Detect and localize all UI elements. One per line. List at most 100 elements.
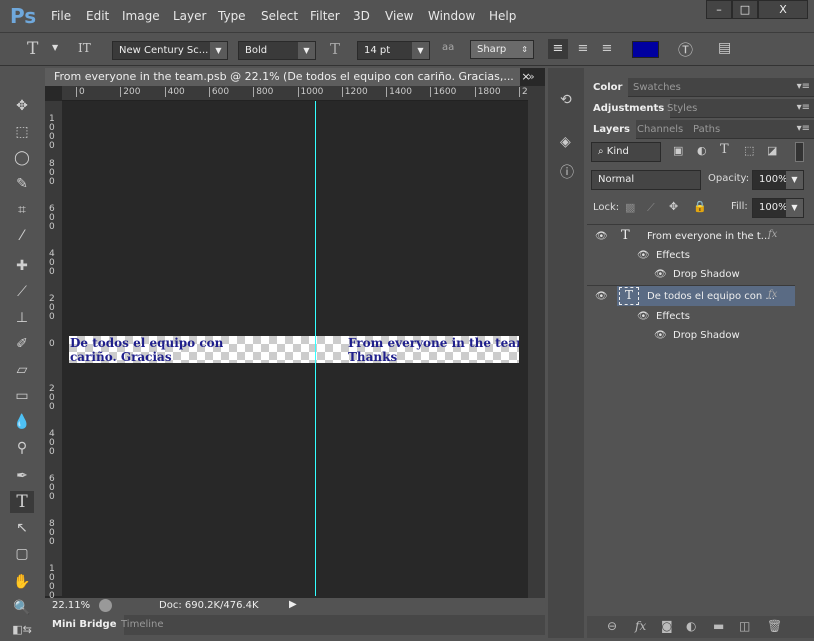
crop-tool-icon[interactable]: ⌗ — [10, 199, 34, 221]
history-panel-icon[interactable]: ⟲ — [560, 92, 572, 108]
menu-layer[interactable]: Layer — [173, 9, 206, 23]
status-icon[interactable] — [99, 599, 112, 612]
zoom-level[interactable]: 22.11% — [52, 600, 90, 611]
visibility-eye-icon[interactable]: 👁 — [595, 231, 608, 242]
eyedropper-tool-icon[interactable]: ⁄ — [10, 225, 34, 247]
font-style-select[interactable]: Bold ▼ — [238, 41, 316, 60]
gradient-tool-icon[interactable]: ▭ — [10, 385, 34, 407]
quick-select-tool-icon[interactable]: ✎ — [10, 173, 34, 195]
layer-row-spanish[interactable]: 👁 T De todos el equipo con ... fx 👁 Effe… — [587, 286, 795, 347]
tab-timeline[interactable]: Timeline — [115, 615, 170, 635]
new-layer-icon[interactable]: ◫ — [739, 619, 750, 633]
maximize-button[interactable]: □ — [732, 0, 758, 19]
menu-image[interactable]: Image — [122, 9, 160, 23]
panel-menu-icon[interactable]: ▾≡ — [797, 123, 810, 134]
lock-transparency-icon[interactable]: ▩ — [625, 201, 635, 214]
healing-brush-tool-icon[interactable]: ✚ — [10, 255, 34, 277]
warp-text-icon[interactable]: Ⓣ — [678, 39, 693, 60]
fx-icon[interactable]: fx — [768, 229, 777, 240]
lock-position-icon[interactable]: ✥ — [669, 200, 678, 213]
font-family-select[interactable]: New Century Sc... ▼ — [112, 41, 228, 60]
panel-menu-icon[interactable]: ▾≡ — [797, 81, 810, 92]
marquee-tool-icon[interactable]: ⬚ — [10, 121, 34, 143]
align-left-button[interactable]: ≡ — [548, 39, 568, 59]
blur-tool-icon[interactable]: 💧 — [10, 411, 34, 433]
text-orientation-icon[interactable]: IT — [78, 41, 91, 55]
menu-window[interactable]: Window — [428, 9, 475, 23]
add-mask-icon[interactable]: ◙ — [661, 619, 673, 633]
close-button[interactable]: X — [758, 0, 808, 19]
history-brush-tool-icon[interactable]: ✐ — [10, 333, 34, 355]
fx-icon[interactable]: fx — [768, 289, 777, 300]
layer-name[interactable]: De todos el equipo con ... — [647, 291, 775, 302]
menu-filter[interactable]: Filter — [310, 9, 340, 23]
text-layer-english[interactable]: From everyone in the team Thanks — [348, 336, 519, 364]
shape-tool-icon[interactable]: ▢ — [10, 543, 34, 565]
document-tab[interactable]: From everyone in the team.psb @ 22.1% (D… — [45, 68, 531, 86]
fx-icon[interactable]: fx — [635, 619, 646, 633]
vertical-guide[interactable] — [315, 101, 316, 596]
tab-channels[interactable]: Channels — [631, 120, 689, 139]
3d-panel-icon[interactable]: ◈ — [560, 134, 571, 150]
text-color-swatch[interactable] — [632, 41, 659, 58]
opacity-input[interactable]: 100% ▼ — [752, 170, 804, 190]
lock-pixels-icon[interactable]: ⟋ — [647, 201, 655, 215]
chevron-down-icon[interactable]: ▼ — [786, 199, 803, 217]
menu-view[interactable]: View — [385, 9, 413, 23]
blend-mode-select[interactable]: Normal — [591, 170, 701, 190]
menu-edit[interactable]: Edit — [86, 9, 109, 23]
font-size-select[interactable]: 14 pt ▼ — [357, 41, 430, 60]
eraser-tool-icon[interactable]: ▱ — [10, 359, 34, 381]
menu-help[interactable]: Help — [489, 9, 516, 23]
tab-mini-bridge[interactable]: Mini Bridge — [45, 615, 124, 635]
tab-layers[interactable]: Layers — [587, 120, 636, 139]
lasso-tool-icon[interactable]: ◯ — [10, 147, 34, 169]
panel-menu-icon[interactable]: ▾≡ — [797, 102, 810, 113]
minimize-button[interactable]: – — [706, 0, 732, 19]
tab-paths[interactable]: Paths — [687, 120, 726, 139]
pen-tool-icon[interactable]: ✒ — [10, 465, 34, 487]
adjustment-filter-icon[interactable]: ◐ — [697, 144, 707, 157]
visibility-eye-icon[interactable]: 👁 — [637, 250, 650, 261]
visibility-eye-icon[interactable]: 👁 — [637, 311, 650, 322]
align-right-button[interactable]: ≡ — [597, 39, 617, 59]
text-layer-spanish[interactable]: De todos el equipo con cariño. Gracias — [70, 336, 223, 364]
filter-toggle[interactable] — [795, 142, 804, 162]
visibility-eye-icon[interactable]: 👁 — [654, 330, 667, 341]
swap-colors-icon[interactable]: ◧⇆ — [10, 619, 34, 641]
hand-tool-icon[interactable]: ✋ — [10, 571, 34, 593]
type-tool-icon[interactable]: T — [10, 491, 34, 513]
adjustment-layer-icon[interactable]: ◐ — [686, 619, 696, 633]
menu-3d[interactable]: 3D — [353, 9, 370, 23]
vertical-scrollbar[interactable] — [528, 86, 545, 598]
type-filter-icon[interactable]: T — [720, 142, 729, 157]
tab-adjustments[interactable]: Adjustments — [587, 99, 671, 118]
tab-swatches[interactable]: Swatches — [627, 78, 687, 97]
smart-object-filter-icon[interactable]: ◪ — [767, 144, 777, 157]
visibility-eye-icon[interactable]: 👁 — [595, 291, 608, 302]
character-panel-icon[interactable]: ▤ — [718, 40, 731, 56]
info-icon[interactable]: ⓘ — [560, 162, 574, 182]
shape-filter-icon[interactable]: ⬚ — [744, 144, 754, 157]
layer-filter-select[interactable]: ⌕ Kind — [591, 142, 661, 162]
move-tool-icon[interactable]: ✥ — [10, 95, 34, 117]
trash-icon[interactable]: 🗑 — [767, 619, 782, 633]
layer-row-english[interactable]: 👁 T From everyone in the t... fx 👁 Effec… — [587, 225, 795, 286]
collapse-panels-icon[interactable]: » — [528, 70, 535, 83]
new-group-icon[interactable]: ▬ — [713, 619, 724, 633]
chevron-down-icon[interactable]: ▼ — [52, 43, 58, 52]
path-select-tool-icon[interactable]: ↖ — [10, 517, 34, 539]
menu-file[interactable]: File — [51, 9, 71, 23]
stamp-tool-icon[interactable]: ⊥ — [10, 307, 34, 329]
layer-name[interactable]: From everyone in the t... — [647, 231, 770, 242]
fill-input[interactable]: 100% ▼ — [752, 198, 804, 218]
visibility-eye-icon[interactable]: 👁 — [654, 269, 667, 280]
pixel-filter-icon[interactable]: ▣ — [673, 144, 683, 157]
tab-styles[interactable]: Styles — [661, 99, 703, 118]
lock-all-icon[interactable]: 🔒 — [693, 200, 707, 213]
dodge-tool-icon[interactable]: ⚲ — [10, 437, 34, 459]
zoom-tool-icon[interactable]: 🔍 — [10, 597, 34, 619]
type-tool-preset-icon[interactable]: T — [27, 39, 38, 59]
align-center-button[interactable]: ≡ — [573, 39, 593, 59]
antialias-select[interactable]: Sharp ⇕ — [470, 40, 534, 59]
